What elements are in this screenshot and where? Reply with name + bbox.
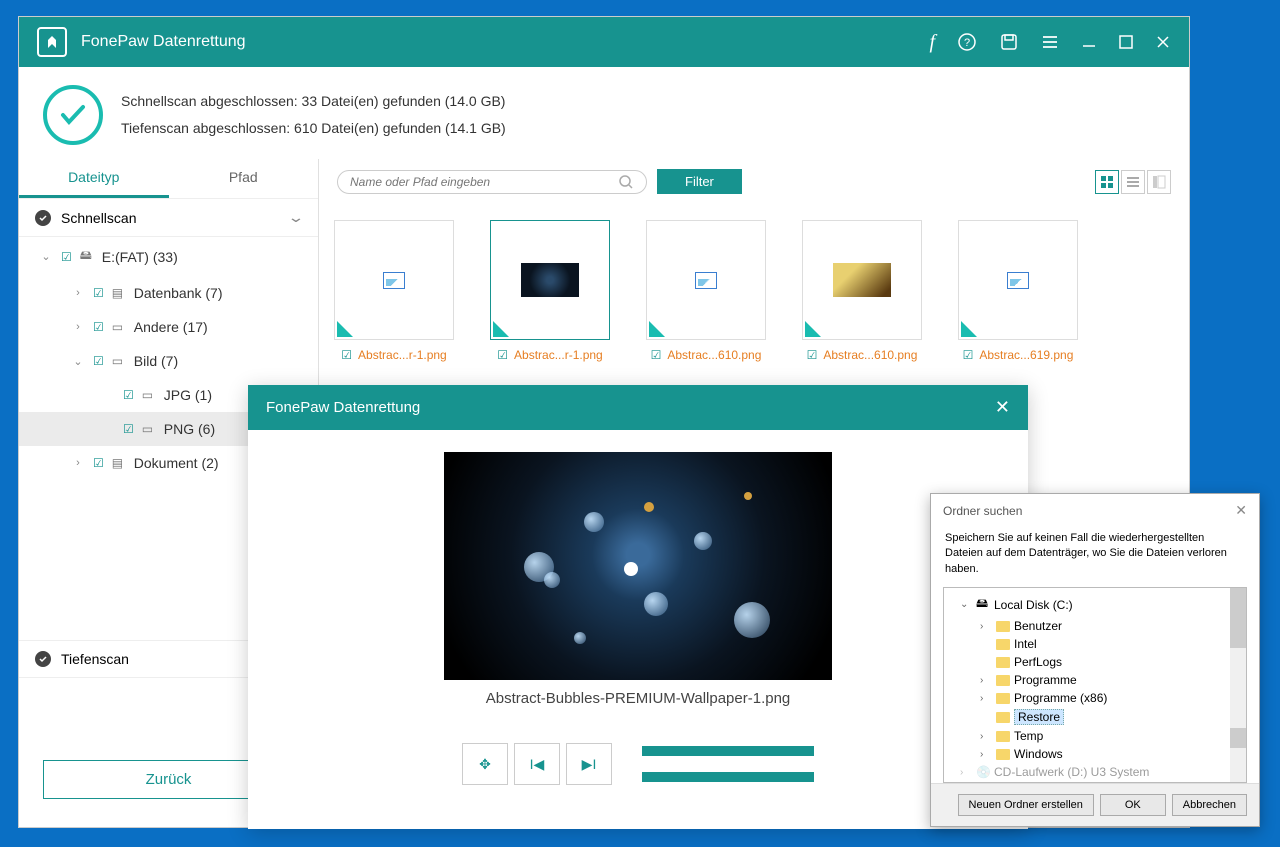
file-card[interactable]: ☑Abstrac...610.png [641, 220, 771, 362]
search-box[interactable] [337, 170, 647, 194]
ok-button[interactable]: OK [1100, 794, 1166, 816]
preview-modal: FonePaw Datenrettung ✕ Abstract-Bubbles-… [248, 385, 1028, 829]
maximize-icon[interactable] [1119, 35, 1133, 49]
app-title: FonePaw Datenrettung [81, 33, 246, 51]
folder-item-restore[interactable]: Restore [944, 707, 1246, 727]
help-icon[interactable]: ? [957, 32, 977, 52]
dialog-title: Ordner suchen [943, 504, 1022, 518]
deep-scan-status: Tiefenscan abgeschlossen: 610 Datei(en) … [121, 115, 506, 142]
file-card[interactable]: ☑Abstrac...r-1.png [329, 220, 459, 362]
tab-path[interactable]: Pfad [169, 159, 319, 198]
folder-item[interactable]: ›Programme (x86) [944, 689, 1246, 707]
app-logo [37, 27, 67, 57]
search-icon [618, 174, 634, 190]
cancel-button[interactable]: Abbrechen [1172, 794, 1247, 816]
title-bar: FonePaw Datenrettung f ? [19, 17, 1189, 67]
search-input[interactable] [350, 175, 618, 189]
new-folder-button[interactable]: Neuen Ordner erstellen [958, 794, 1094, 816]
folder-item[interactable]: ›💿CD-Laufwerk (D:) U3 System [944, 763, 1246, 781]
facebook-icon[interactable]: f [929, 31, 935, 54]
folder-item[interactable]: Intel [944, 635, 1246, 653]
file-card[interactable]: ☑Abstrac...r-1.png [485, 220, 615, 362]
tab-filetype[interactable]: Dateityp [19, 159, 169, 198]
zoom-button[interactable]: ✥ [462, 743, 508, 785]
folder-item[interactable]: ›Programme [944, 671, 1246, 689]
folder-item[interactable]: ›Temp [944, 727, 1246, 745]
file-card[interactable]: ☑Abstrac...610.png [797, 220, 927, 362]
quick-scan-status: Schnellscan abgeschlossen: 33 Datei(en) … [121, 88, 506, 115]
chevron-down-icon: ⌄ [287, 209, 305, 226]
preview-title: FonePaw Datenrettung [266, 399, 420, 416]
folder-item[interactable]: ›Benutzer [944, 617, 1246, 635]
scrollbar[interactable] [1230, 588, 1246, 782]
view-list-button[interactable] [1121, 170, 1145, 194]
dialog-close-icon[interactable]: ✕ [1235, 502, 1247, 519]
folder-browse-dialog: Ordner suchen ✕ Speichern Sie auf keinen… [930, 493, 1260, 827]
menu-icon[interactable] [1041, 33, 1059, 51]
dialog-message: Speichern Sie auf keinen Fall die wieder… [931, 527, 1259, 587]
prev-button[interactable]: I◀ [514, 743, 560, 785]
filter-button[interactable]: Filter [657, 169, 742, 194]
view-detail-button[interactable] [1147, 170, 1171, 194]
close-icon[interactable] [1155, 34, 1171, 50]
restore-button[interactable] [642, 746, 814, 782]
preview-image [444, 452, 832, 680]
tree-item-drive[interactable]: ⌄☑🖴E:(FAT) (33) [19, 237, 318, 276]
folder-tree: ⌄🖴Local Disk (C:) ›Benutzer Intel PerfLo… [943, 587, 1247, 783]
folder-item-root[interactable]: ⌄🖴Local Disk (C:) [944, 592, 1246, 617]
save-icon[interactable] [999, 32, 1019, 52]
file-card[interactable]: ☑Abstrac...619.png [953, 220, 1083, 362]
preview-close-icon[interactable]: ✕ [995, 397, 1010, 418]
success-check-icon [43, 85, 103, 145]
tree-group-quickscan[interactable]: Schnellscan ⌄ [19, 198, 318, 237]
tree-item-database[interactable]: ›☑▤Datenbank (7) [19, 276, 318, 310]
folder-item[interactable]: ›Windows [944, 745, 1246, 763]
scan-status: Schnellscan abgeschlossen: 33 Datei(en) … [19, 67, 1189, 159]
svg-text:?: ? [964, 37, 970, 49]
folder-item[interactable]: PerfLogs [944, 653, 1246, 671]
tree-item-image[interactable]: ⌄☑▭Bild (7) [19, 344, 318, 378]
next-button[interactable]: ▶I [566, 743, 612, 785]
preview-filename: Abstract-Bubbles-PREMIUM-Wallpaper-1.png [270, 690, 1006, 707]
tree-item-other[interactable]: ›☑▭Andere (17) [19, 310, 318, 344]
minimize-icon[interactable] [1081, 34, 1097, 50]
view-grid-button[interactable] [1095, 170, 1119, 194]
